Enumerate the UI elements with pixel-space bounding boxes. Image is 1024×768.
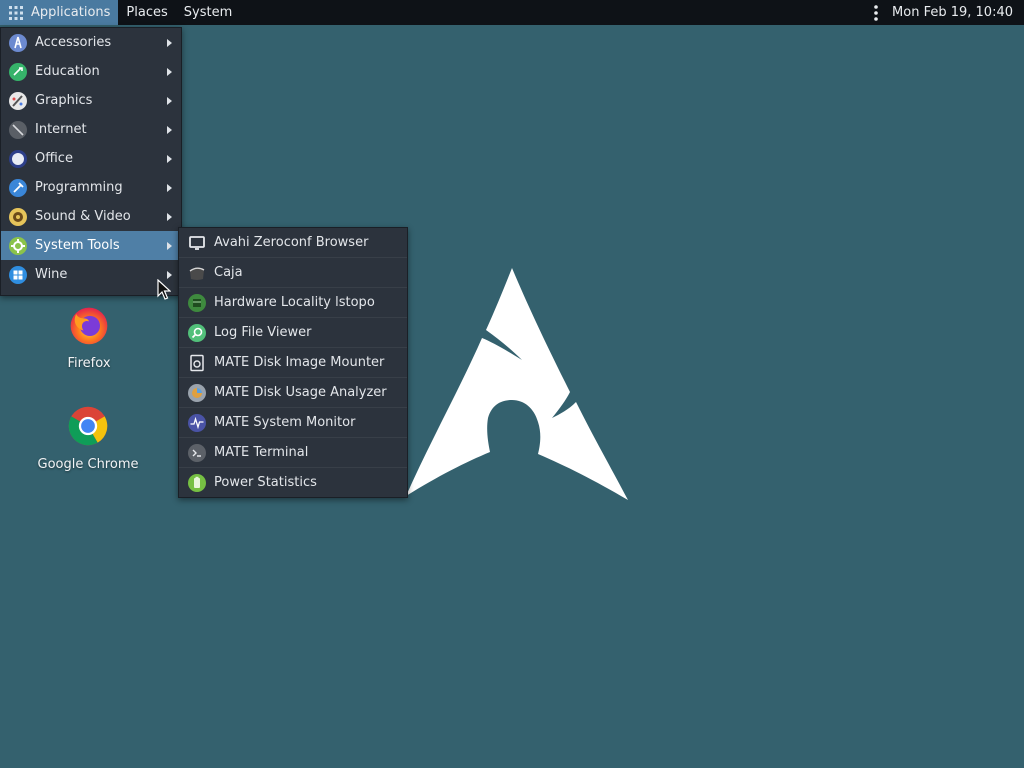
app-grid-icon	[9, 5, 23, 20]
menu-item-accessories[interactable]: Accessories	[1, 28, 181, 57]
menu-item-label: MATE System Monitor	[214, 415, 356, 430]
applications-menu-button[interactable]: Applications	[0, 0, 119, 25]
submenu-arrow-icon	[167, 212, 172, 221]
places-menu-button[interactable]: Places	[118, 0, 175, 25]
submenu-arrow-icon	[167, 183, 172, 192]
hardware-icon	[188, 293, 206, 312]
menu-item-label: System Tools	[35, 238, 120, 253]
submenu-arrow-icon	[167, 241, 172, 250]
menu-item-label: Sound & Video	[35, 209, 131, 224]
monitor-icon	[189, 235, 205, 250]
menu-item-label: Log File Viewer	[214, 325, 312, 340]
more-options-icon[interactable]	[870, 4, 882, 22]
menu-item-programming[interactable]: Programming	[1, 173, 181, 202]
menu-item-log-file-viewer[interactable]: Log File Viewer	[179, 318, 407, 348]
firefox-icon	[70, 307, 108, 345]
internet-icon	[9, 120, 27, 139]
submenu-arrow-icon	[167, 38, 172, 47]
menu-item-mate-terminal[interactable]: MATE Terminal	[179, 438, 407, 468]
menu-item-label: Accessories	[35, 35, 112, 50]
system-menu-button[interactable]: System	[176, 0, 240, 25]
menu-item-graphics[interactable]: Graphics	[1, 86, 181, 115]
battery-icon	[188, 473, 206, 492]
desktop-icon-google-chrome[interactable]: Google Chrome	[34, 404, 142, 472]
chrome-icon	[68, 406, 108, 446]
system-tools-submenu: Avahi Zeroconf Browser Caja Hardware Loc…	[178, 227, 408, 498]
menu-item-hardware-locality-lstopo[interactable]: Hardware Locality lstopo	[179, 288, 407, 318]
menu-item-caja[interactable]: Caja	[179, 258, 407, 288]
menu-item-mate-system-monitor[interactable]: MATE System Monitor	[179, 408, 407, 438]
submenu-arrow-icon	[167, 154, 172, 163]
menu-item-label: Avahi Zeroconf Browser	[214, 235, 369, 250]
menu-item-label: MATE Terminal	[214, 445, 309, 460]
menu-item-sound-video[interactable]: Sound & Video	[1, 202, 181, 231]
menu-item-office[interactable]: Office	[1, 144, 181, 173]
disk-usage-icon	[188, 383, 206, 402]
wine-icon	[9, 265, 27, 284]
applications-label: Applications	[31, 5, 111, 20]
menu-item-label: Office	[35, 151, 73, 166]
system-monitor-icon	[188, 413, 206, 432]
menu-item-label: Caja	[214, 265, 243, 280]
applications-menu: Accessories Education Graphics Internet …	[0, 27, 182, 296]
firefox-label: Firefox	[67, 356, 111, 371]
menu-item-system-tools[interactable]: System Tools	[1, 231, 181, 260]
accessories-icon	[9, 33, 27, 52]
menu-item-label: Power Statistics	[214, 475, 317, 490]
submenu-arrow-icon	[167, 125, 172, 134]
log-viewer-icon	[188, 323, 206, 342]
menu-item-label: Graphics	[35, 93, 93, 108]
mouse-cursor-icon	[157, 279, 171, 300]
menu-item-label: Internet	[35, 122, 87, 137]
submenu-arrow-icon	[167, 96, 172, 105]
menu-item-avahi-zeroconf-browser[interactable]: Avahi Zeroconf Browser	[179, 228, 407, 258]
terminal-icon	[188, 443, 206, 462]
programming-icon	[9, 178, 27, 197]
disk-image-icon	[190, 354, 204, 371]
sound-video-icon	[9, 207, 27, 226]
menu-item-label: Hardware Locality lstopo	[214, 295, 375, 310]
submenu-arrow-icon	[167, 270, 172, 279]
system-tools-icon	[9, 236, 27, 255]
menu-item-label: Wine	[35, 267, 68, 282]
office-icon	[9, 149, 27, 168]
menu-item-label: MATE Disk Image Mounter	[214, 355, 385, 370]
menu-item-mate-disk-image-mounter[interactable]: MATE Disk Image Mounter	[179, 348, 407, 378]
menu-item-label: Education	[35, 64, 100, 79]
desktop-icon-firefox[interactable]: Firefox	[48, 303, 130, 371]
education-icon	[9, 62, 27, 81]
menu-item-power-statistics[interactable]: Power Statistics	[179, 468, 407, 497]
menu-item-label: MATE Disk Usage Analyzer	[214, 385, 387, 400]
menu-item-internet[interactable]: Internet	[1, 115, 181, 144]
caja-icon	[189, 267, 205, 280]
google-chrome-label: Google Chrome	[37, 457, 139, 472]
menu-item-mate-disk-usage-analyzer[interactable]: MATE Disk Usage Analyzer	[179, 378, 407, 408]
submenu-arrow-icon	[167, 67, 172, 76]
menu-item-label: Programming	[35, 180, 123, 195]
clock[interactable]: Mon Feb 19, 10:40	[892, 5, 1024, 20]
menu-item-wine[interactable]: Wine	[1, 260, 181, 289]
top-panel: Applications Places System Mon Feb 19, 1…	[0, 0, 1024, 25]
graphics-icon	[9, 91, 27, 110]
arch-linux-logo	[406, 268, 628, 500]
menu-item-education[interactable]: Education	[1, 57, 181, 86]
